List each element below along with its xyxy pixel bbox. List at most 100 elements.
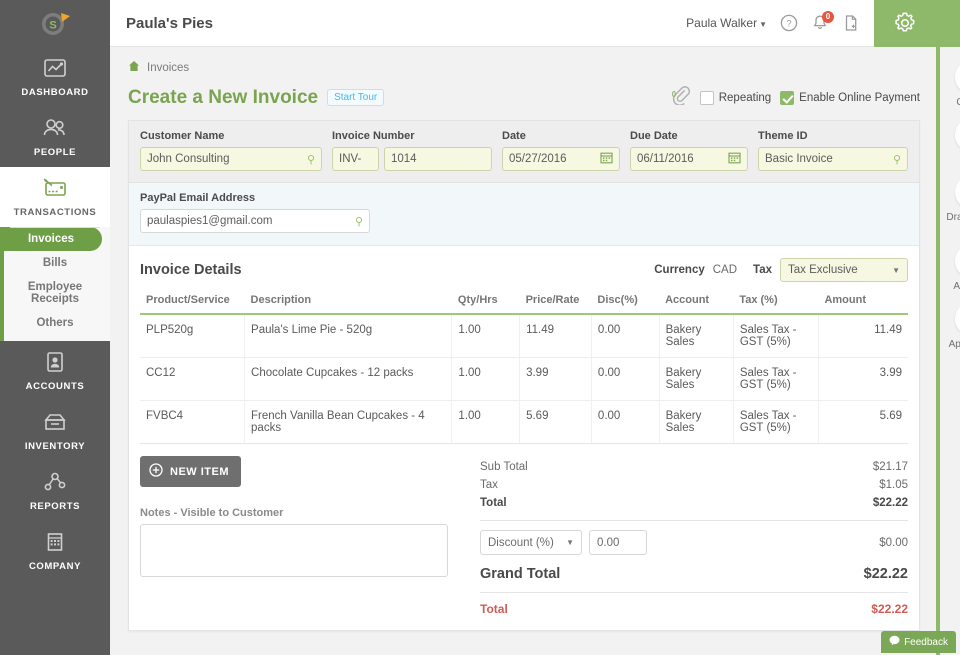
draft-add-new-label: Draft & Add New bbox=[940, 212, 960, 235]
invoice-bottom-left: NEW ITEM Notes - Visible to Customer bbox=[140, 456, 470, 616]
customer-name-value: John Consulting bbox=[147, 153, 229, 165]
page-header-actions: 0 Repeating Enable Online Payment bbox=[671, 85, 920, 110]
settings-button[interactable] bbox=[874, 0, 936, 47]
attachment-count: 0 bbox=[672, 90, 676, 99]
column-header-disc: Disc(%) bbox=[591, 294, 659, 314]
sidebar-item-reports[interactable]: REPORTS bbox=[0, 461, 110, 521]
cell-qty: 1.00 bbox=[452, 401, 520, 444]
discount-type-select[interactable]: Discount (%) ▼ bbox=[480, 530, 582, 555]
cell-product: CC12 bbox=[140, 358, 245, 401]
sidebar-item-label: ACCOUNTS bbox=[4, 381, 106, 392]
discount-amount: $0.00 bbox=[879, 537, 908, 549]
sidebar-item-label: TRANSACTIONS bbox=[4, 207, 106, 218]
sidebar-item-inventory[interactable]: INVENTORY bbox=[0, 401, 110, 461]
table-row[interactable]: FVBC4 French Vanilla Bean Cupcakes - 4 p… bbox=[140, 401, 908, 444]
user-menu[interactable]: Paula Walker▼ bbox=[686, 16, 767, 30]
sidebar-item-dashboard[interactable]: DASHBOARD bbox=[0, 47, 110, 107]
feedback-button[interactable]: Feedback bbox=[881, 631, 956, 653]
date-value: 05/27/2016 bbox=[509, 153, 567, 165]
calendar-icon[interactable] bbox=[728, 151, 741, 167]
sidebar-item-company[interactable]: COMPANY bbox=[0, 521, 110, 581]
tax-mode-value: Tax Exclusive bbox=[788, 264, 858, 276]
approve-send-button[interactable]: Approve & Send bbox=[940, 302, 960, 362]
cell-price: 3.99 bbox=[520, 358, 592, 401]
add-document-icon[interactable] bbox=[842, 14, 860, 32]
cell-account: Bakery Sales bbox=[659, 314, 733, 358]
theme-id-input[interactable]: Basic Invoice ⚲ bbox=[758, 147, 908, 171]
total-label: Total bbox=[480, 497, 507, 509]
chevron-down-icon: ▼ bbox=[566, 538, 574, 547]
sidebar-item-label: DASHBOARD bbox=[4, 87, 106, 98]
breadcrumb-label[interactable]: Invoices bbox=[147, 62, 189, 74]
invoice-details-title: Invoice Details bbox=[140, 262, 242, 278]
app-logo[interactable]: S bbox=[0, 0, 110, 47]
sidebar-item-invoices[interactable]: Invoices bbox=[0, 227, 102, 251]
repeating-checkbox[interactable]: Repeating bbox=[700, 91, 771, 105]
sidebar-item-label: COMPANY bbox=[4, 561, 106, 572]
notes-label: Notes - Visible to Customer bbox=[140, 507, 470, 519]
start-tour-button[interactable]: Start Tour bbox=[327, 89, 384, 106]
home-icon[interactable] bbox=[128, 59, 140, 77]
search-icon: ⚲ bbox=[893, 153, 901, 166]
chevron-down-icon: ▼ bbox=[759, 20, 767, 29]
app-root: S DASHBOARD bbox=[0, 0, 960, 655]
customer-name-input[interactable]: John Consulting ⚲ bbox=[140, 147, 322, 171]
cell-account: Bakery Sales bbox=[659, 358, 733, 401]
table-row[interactable]: CC12 Chocolate Cupcakes - 12 packs 1.00 … bbox=[140, 358, 908, 401]
notes-input[interactable] bbox=[140, 524, 448, 577]
page-title: Create a New Invoice bbox=[128, 87, 318, 109]
cell-product: FVBC4 bbox=[140, 401, 245, 444]
cell-description: Paula's Lime Pie - 520g bbox=[245, 314, 452, 358]
draft-add-new-button[interactable]: Draft & Add New bbox=[940, 175, 960, 235]
due-date-input[interactable]: 06/11/2016 bbox=[630, 147, 748, 171]
final-total-row: Total $22.22 bbox=[480, 593, 908, 616]
sidebar-item-employee-receipts[interactable]: Employee Receipts bbox=[0, 275, 110, 311]
tax-mode-select[interactable]: Tax Exclusive ▼ bbox=[780, 258, 908, 282]
discount-value-input[interactable]: 0.00 bbox=[589, 530, 647, 555]
sidebar-item-accounts[interactable]: ACCOUNTS bbox=[0, 341, 110, 401]
search-icon: ⚲ bbox=[307, 153, 315, 166]
calendar-icon[interactable] bbox=[600, 151, 613, 167]
cancel-label: Cancel bbox=[940, 97, 960, 109]
paypal-email-label: PayPal Email Address bbox=[140, 192, 908, 204]
help-circle-icon[interactable]: ? bbox=[780, 14, 798, 32]
approve-send-document-icon bbox=[955, 302, 960, 336]
bell-icon[interactable]: 0 bbox=[811, 14, 829, 32]
sidebar-item-people[interactable]: PEOPLE bbox=[0, 107, 110, 167]
page-header: Create a New Invoice Start Tour 0 Repeat… bbox=[110, 77, 936, 110]
invoice-bottom-section: NEW ITEM Notes - Visible to Customer Sub… bbox=[129, 444, 919, 630]
company-title: Paula's Pies bbox=[126, 15, 213, 32]
paypal-email-input[interactable]: paulaspies1@gmail.com ⚲ bbox=[140, 209, 370, 233]
approve-button[interactable]: Approve bbox=[940, 244, 960, 293]
date-input[interactable]: 05/27/2016 bbox=[502, 147, 620, 171]
invoice-prefix-input[interactable]: INV- bbox=[332, 147, 379, 171]
sidebar-item-bills[interactable]: Bills bbox=[0, 251, 110, 275]
approve-document-icon bbox=[955, 244, 960, 278]
table-row[interactable]: PLP520g Paula's Lime Pie - 520g 1.00 11.… bbox=[140, 314, 908, 358]
paperclip-icon[interactable]: 0 bbox=[671, 85, 691, 110]
invoice-details-section: Invoice Details Currency CAD Tax Tax Exc… bbox=[129, 246, 919, 444]
sidebar-item-others[interactable]: Others bbox=[0, 311, 110, 335]
feedback-label: Feedback bbox=[904, 637, 948, 648]
invoice-details-header: Invoice Details Currency CAD Tax Tax Exc… bbox=[140, 258, 908, 294]
column-header-amount: Amount bbox=[818, 294, 908, 314]
tax-row: Tax $1.05 bbox=[480, 476, 908, 494]
theme-id-value: Basic Invoice bbox=[765, 153, 833, 165]
bell-badge: 0 bbox=[822, 11, 834, 23]
cell-disc: 0.00 bbox=[591, 314, 659, 358]
customer-name-label: Customer Name bbox=[140, 130, 322, 142]
enable-online-payment-checkbox[interactable]: Enable Online Payment bbox=[780, 91, 920, 105]
sub-total-value: $21.17 bbox=[873, 461, 908, 473]
sidebar-item-transactions[interactable]: TRANSACTIONS bbox=[0, 167, 110, 227]
column-header-price: Price/Rate bbox=[520, 294, 592, 314]
invoice-number-input[interactable]: 1014 bbox=[384, 147, 492, 171]
network-icon bbox=[4, 471, 106, 497]
top-bar: Paula's Pies Paula Walker▼ ? 0 bbox=[110, 0, 936, 47]
tax-total-value: $1.05 bbox=[879, 479, 908, 491]
top-bar-actions: Paula Walker▼ ? 0 bbox=[686, 0, 874, 47]
cell-tax: Sales Tax - GST (5%) bbox=[733, 358, 818, 401]
draft-button[interactable]: Draft bbox=[940, 118, 960, 167]
new-item-button[interactable]: NEW ITEM bbox=[140, 456, 241, 487]
box-icon bbox=[4, 411, 106, 437]
cancel-button[interactable]: Cancel bbox=[940, 60, 960, 109]
